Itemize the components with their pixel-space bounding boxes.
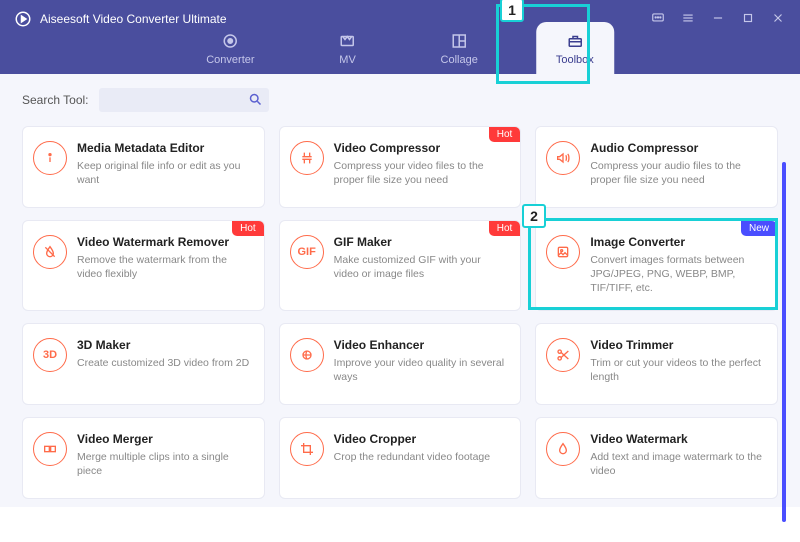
- tab-label: Toolbox: [556, 54, 594, 66]
- tab-label: Collage: [441, 54, 478, 66]
- card-desc: Create customized 3D video from 2D: [77, 356, 252, 370]
- card-body: Image Converter Convert images formats be…: [590, 235, 765, 296]
- 3d-icon: 3D: [33, 338, 67, 372]
- card-body: Media Metadata Editor Keep original file …: [77, 141, 252, 193]
- toolbox-icon: [566, 32, 584, 50]
- card-body: Video Watermark Add text and image waterm…: [590, 432, 765, 484]
- trim-icon: [546, 338, 580, 372]
- minimize-icon[interactable]: [710, 10, 726, 26]
- search-row: Search Tool:: [22, 88, 778, 112]
- tools-grid: Media Metadata Editor Keep original file …: [22, 126, 778, 499]
- main-tabs: Converter MV Collage Toolbox: [186, 22, 614, 74]
- card-title: Video Enhancer: [334, 338, 509, 352]
- info-icon: [33, 141, 67, 175]
- hot-badge: Hot: [489, 221, 521, 236]
- card-title: Video Trimmer: [590, 338, 765, 352]
- tool-card-video-watermark-remover[interactable]: Video Watermark Remover Remove the waterm…: [22, 220, 265, 311]
- card-title: Media Metadata Editor: [77, 141, 252, 155]
- hot-badge: Hot: [232, 221, 264, 236]
- hot-badge: Hot: [489, 127, 521, 142]
- scrollbar-thumb[interactable]: [782, 162, 786, 522]
- card-body: Video Cropper Crop the redundant video fo…: [334, 432, 509, 484]
- search-input[interactable]: [99, 88, 269, 112]
- collage-icon: [450, 32, 468, 50]
- card-desc: Improve your video quality in several wa…: [334, 356, 509, 384]
- tab-toolbox[interactable]: Toolbox: [536, 22, 614, 74]
- nowater-icon: [33, 235, 67, 269]
- tool-card-video-cropper[interactable]: Video Cropper Crop the redundant video fo…: [279, 417, 522, 499]
- menu-icon[interactable]: [680, 10, 696, 26]
- card-desc: Add text and image watermark to the vide…: [590, 450, 765, 478]
- converter-icon: [221, 32, 239, 50]
- search-label: Search Tool:: [22, 93, 89, 107]
- watermark-icon: [546, 432, 580, 466]
- card-desc: Compress your video files to the proper …: [334, 159, 509, 187]
- card-desc: Convert images formats between JPG/JPEG,…: [590, 253, 765, 296]
- tool-card-video-enhancer[interactable]: Video Enhancer Improve your video quality…: [279, 323, 522, 405]
- tool-card-image-converter[interactable]: Image Converter Convert images formats be…: [535, 220, 778, 311]
- close-icon[interactable]: [770, 10, 786, 26]
- card-desc: Make customized GIF with your video or i…: [334, 253, 509, 281]
- card-desc: Remove the watermark from the video flex…: [77, 253, 252, 281]
- imgconv-icon: [546, 235, 580, 269]
- card-title: Video Compressor: [334, 141, 509, 155]
- enhance-icon: [290, 338, 324, 372]
- tool-card-video-compressor[interactable]: Video Compressor Compress your video file…: [279, 126, 522, 208]
- card-desc: Crop the redundant video footage: [334, 450, 509, 464]
- tool-card-video-merger[interactable]: Video Merger Merge multiple clips into a …: [22, 417, 265, 499]
- gif-icon: GIF: [290, 235, 324, 269]
- tool-card-media-metadata-editor[interactable]: Media Metadata Editor Keep original file …: [22, 126, 265, 208]
- card-body: 3D Maker Create customized 3D video from …: [77, 338, 252, 390]
- tab-mv[interactable]: MV: [313, 22, 383, 74]
- card-title: Video Watermark Remover: [77, 235, 252, 249]
- crop-icon: [290, 432, 324, 466]
- card-title: Video Watermark: [590, 432, 765, 446]
- scrollbar-track[interactable]: [782, 162, 786, 542]
- tool-card-audio-compressor[interactable]: Audio Compressor Compress your audio file…: [535, 126, 778, 208]
- card-body: Video Compressor Compress your video file…: [334, 141, 509, 193]
- tab-collage[interactable]: Collage: [421, 22, 498, 74]
- feedback-icon[interactable]: [650, 10, 666, 26]
- card-body: Video Watermark Remover Remove the waterm…: [77, 235, 252, 296]
- card-title: Video Merger: [77, 432, 252, 446]
- tool-card-video-watermark[interactable]: Video Watermark Add text and image waterm…: [535, 417, 778, 499]
- search-wrap: [99, 88, 269, 112]
- card-desc: Keep original file info or edit as you w…: [77, 159, 252, 187]
- card-body: Audio Compressor Compress your audio file…: [590, 141, 765, 193]
- card-desc: Compress your audio files to the proper …: [590, 159, 765, 187]
- card-body: Video Merger Merge multiple clips into a …: [77, 432, 252, 484]
- compress-icon: [290, 141, 324, 175]
- card-title: 3D Maker: [77, 338, 252, 352]
- annotation-label-2: 2: [522, 204, 546, 228]
- mv-icon: [339, 32, 357, 50]
- tool-card-gif-maker[interactable]: GIF GIF Maker Make customized GIF with you…: [279, 220, 522, 311]
- card-desc: Merge multiple clips into a single piece: [77, 450, 252, 478]
- card-body: Video Trimmer Trim or cut your videos to …: [590, 338, 765, 390]
- new-badge: New: [741, 221, 777, 236]
- annotation-label-1: 1: [500, 0, 524, 22]
- card-title: GIF Maker: [334, 235, 509, 249]
- card-body: GIF Maker Make customized GIF with your v…: [334, 235, 509, 296]
- card-body: Video Enhancer Improve your video quality…: [334, 338, 509, 390]
- content-area: Search Tool: Media Metadata Editor Keep o…: [0, 74, 800, 507]
- card-title: Audio Compressor: [590, 141, 765, 155]
- merge-icon: [33, 432, 67, 466]
- tab-converter[interactable]: Converter: [186, 22, 274, 74]
- card-title: Image Converter: [590, 235, 765, 249]
- audio-icon: [546, 141, 580, 175]
- card-title: Video Cropper: [334, 432, 509, 446]
- maximize-icon[interactable]: [740, 10, 756, 26]
- tab-label: Converter: [206, 54, 254, 66]
- card-desc: Trim or cut your videos to the perfect l…: [590, 356, 765, 384]
- app-header: Aiseesoft Video Converter Ultimate Conve…: [0, 0, 800, 74]
- tool-card-video-trimmer[interactable]: Video Trimmer Trim or cut your videos to …: [535, 323, 778, 405]
- tab-label: MV: [339, 54, 356, 66]
- tool-card-3d-maker[interactable]: 3D 3D Maker Create customized 3D video fro…: [22, 323, 265, 405]
- window-controls: [650, 10, 786, 26]
- brand-logo-icon: [14, 10, 32, 28]
